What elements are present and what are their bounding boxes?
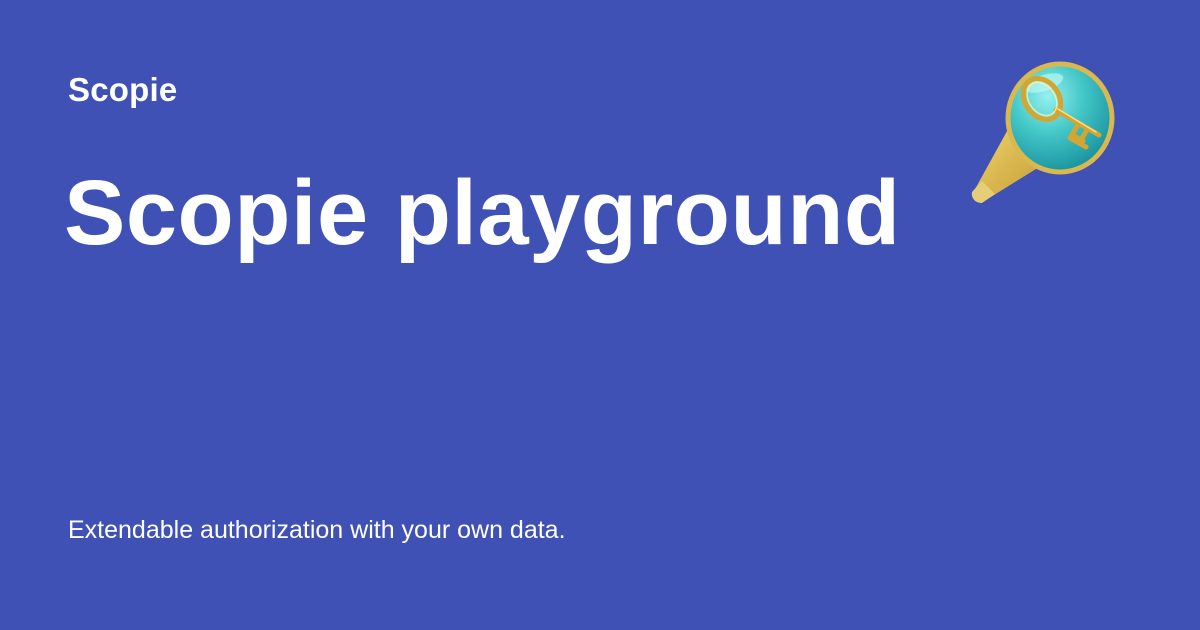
key-pointer-icon: [962, 52, 1132, 217]
tagline: Extendable authorization with your own d…: [68, 516, 566, 544]
brand-name: Scopie: [68, 71, 178, 108]
social-card: Scopie Scopie playground Extendable auth…: [0, 0, 1200, 630]
key-pointer-graphic: [971, 61, 1115, 203]
page-title: Scopie playground: [64, 162, 901, 264]
